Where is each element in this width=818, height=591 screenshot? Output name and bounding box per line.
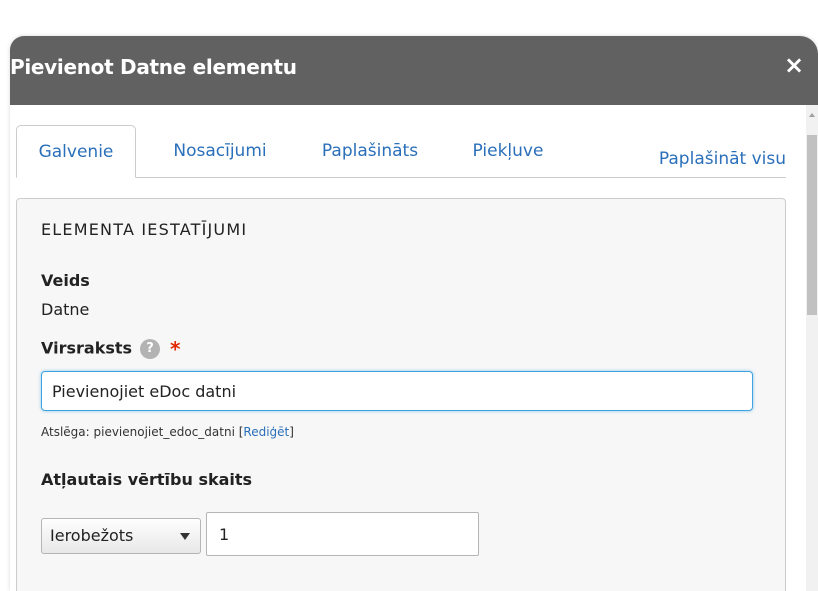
machine-name-edit-link[interactable]: Rediģēt: [243, 425, 289, 439]
required-asterisk-icon: *: [170, 337, 181, 361]
tab-advanced[interactable]: Paplašināts: [308, 125, 432, 177]
chevron-down-icon: [180, 533, 190, 540]
close-icon[interactable]: ×: [782, 53, 806, 77]
dialog-title: Pievienot Datne elementu: [10, 55, 297, 79]
tab-access[interactable]: Piekļuve: [456, 125, 560, 177]
expand-all-link[interactable]: Paplašināt visu: [659, 149, 786, 169]
tab-general[interactable]: Galvenie: [16, 125, 136, 178]
machine-name-row: Atslēga: pievienojiet_edoc_datni [Rediģē…: [41, 425, 294, 439]
help-icon[interactable]: ?: [140, 339, 161, 359]
value-count-label: Atļautais vērtību skaits: [41, 470, 253, 489]
dialog-titlebar: Pievienot Datne elementu ×: [10, 36, 818, 105]
dialog-body: Galvenie Nosacījumi Paplašināts Piekļuve…: [10, 105, 806, 591]
title-label: Virsraksts: [41, 338, 133, 358]
tab-conditions[interactable]: Nosacījumi: [156, 125, 284, 177]
element-settings-panel: ELEMENTA IESTATĪJUMI Veids Datne Virsrak…: [16, 198, 786, 591]
machine-name-suffix: ]: [289, 425, 294, 439]
title-label-row: Virsraksts? *: [41, 337, 181, 361]
type-value: Datne: [41, 300, 90, 319]
panel-heading: ELEMENTA IESTATĪJUMI: [41, 220, 248, 239]
page-background: [0, 0, 818, 36]
add-element-dialog: Pievienot Datne elementu × Galvenie Nosa…: [10, 36, 818, 591]
scroll-up-arrow-icon[interactable]: [809, 113, 815, 117]
type-label: Veids: [41, 271, 90, 290]
scrollbar[interactable]: [806, 105, 818, 591]
tab-bar: Galvenie Nosacījumi Paplašināts Piekļuve…: [16, 125, 786, 178]
machine-name-text: Atslēga: pievienojiet_edoc_datni [: [41, 425, 244, 439]
scrollbar-thumb[interactable]: [807, 135, 817, 315]
title-input[interactable]: [41, 371, 753, 411]
value-count-number-input[interactable]: [206, 512, 479, 556]
value-count-select[interactable]: Ierobežots: [41, 518, 201, 554]
value-count-select-value: Ierobežots: [50, 526, 134, 545]
